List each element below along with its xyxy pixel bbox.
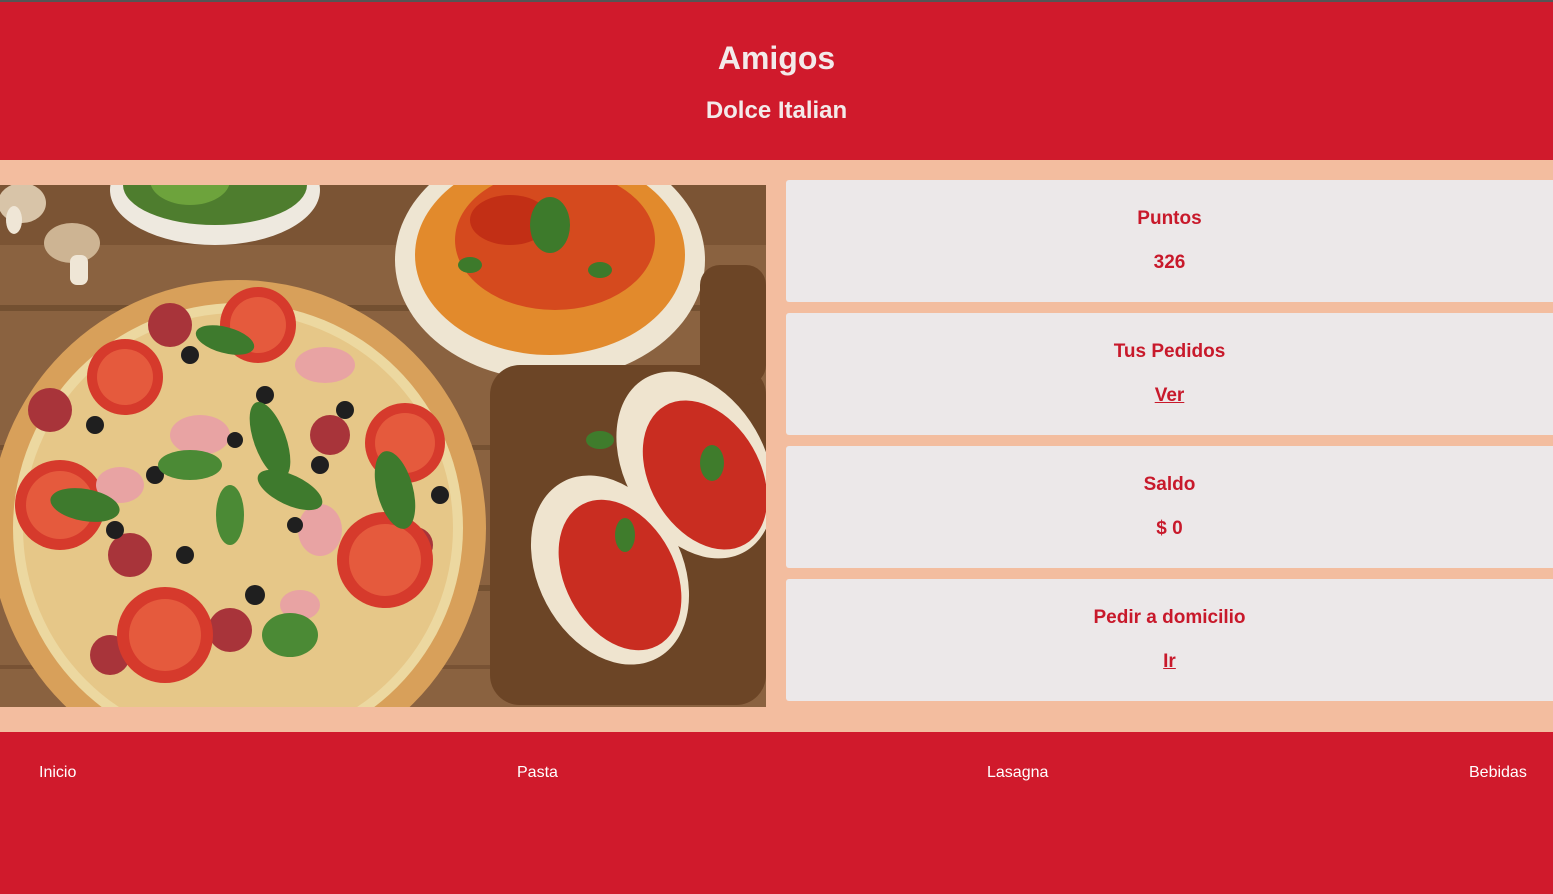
nav-inicio[interactable]: Inicio (39, 764, 76, 782)
site-header: Amigos Dolce Italian (0, 0, 1553, 160)
nav-pasta[interactable]: Pasta (517, 764, 558, 782)
nav-bebidas[interactable]: Bebidas (1469, 764, 1527, 782)
points-title: Puntos (1137, 208, 1202, 229)
balance-value: $ 0 (1156, 518, 1183, 539)
hero-food-image (0, 185, 766, 707)
go-delivery-link[interactable]: Ir (786, 651, 1553, 673)
orders-title: Tus Pedidos (1113, 341, 1226, 362)
delivery-card: Pedir a domicilio Ir (786, 579, 1553, 701)
delivery-title: Pedir a domicilio (1093, 607, 1246, 628)
food-photo-illustration (0, 185, 766, 707)
orders-card: Tus Pedidos Ver (786, 313, 1553, 435)
points-value: 326 (1153, 252, 1186, 273)
bottom-nav: Inicio Pasta Lasagna Bebidas (0, 732, 1553, 894)
balance-card: Saldo $ 0 (786, 446, 1553, 568)
view-orders-link[interactable]: Ver (786, 385, 1553, 407)
brand-subtitle: Dolce Italian (705, 97, 848, 124)
nav-lasagna[interactable]: Lasagna (987, 764, 1048, 782)
points-card: Puntos 326 (786, 180, 1553, 302)
balance-title: Saldo (1143, 474, 1196, 495)
brand-title: Amigos (717, 40, 836, 76)
